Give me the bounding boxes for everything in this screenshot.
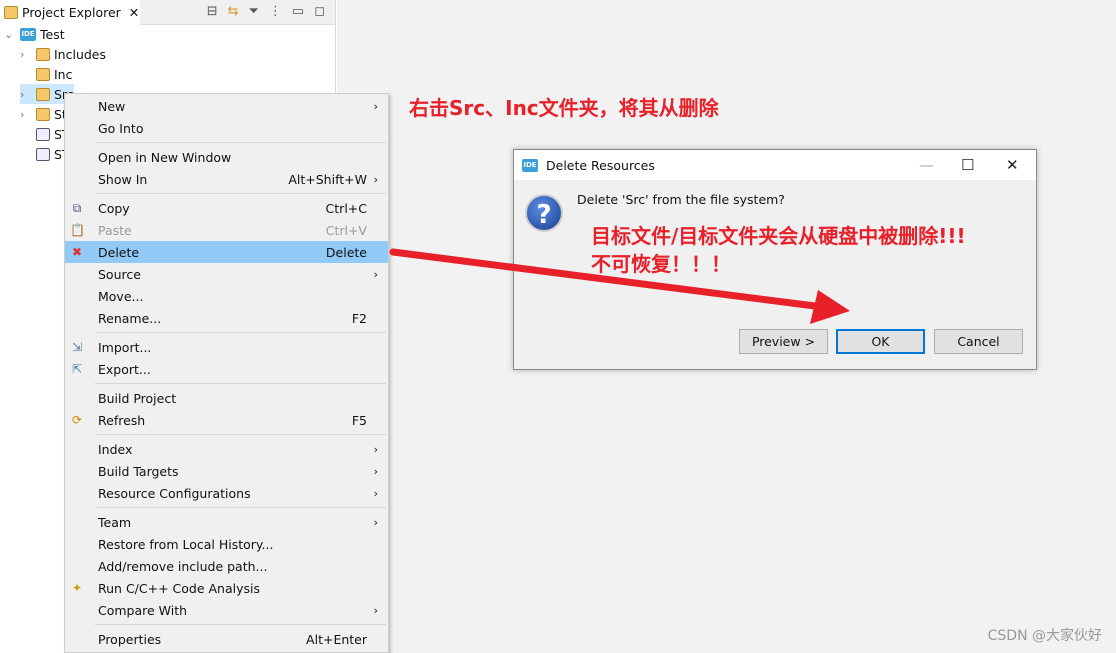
annotation-arrow (389, 248, 850, 324)
watermark: CSDN @大家伙好 (987, 628, 1102, 644)
arrow-head (810, 290, 850, 324)
arrow-shaft (389, 248, 819, 310)
